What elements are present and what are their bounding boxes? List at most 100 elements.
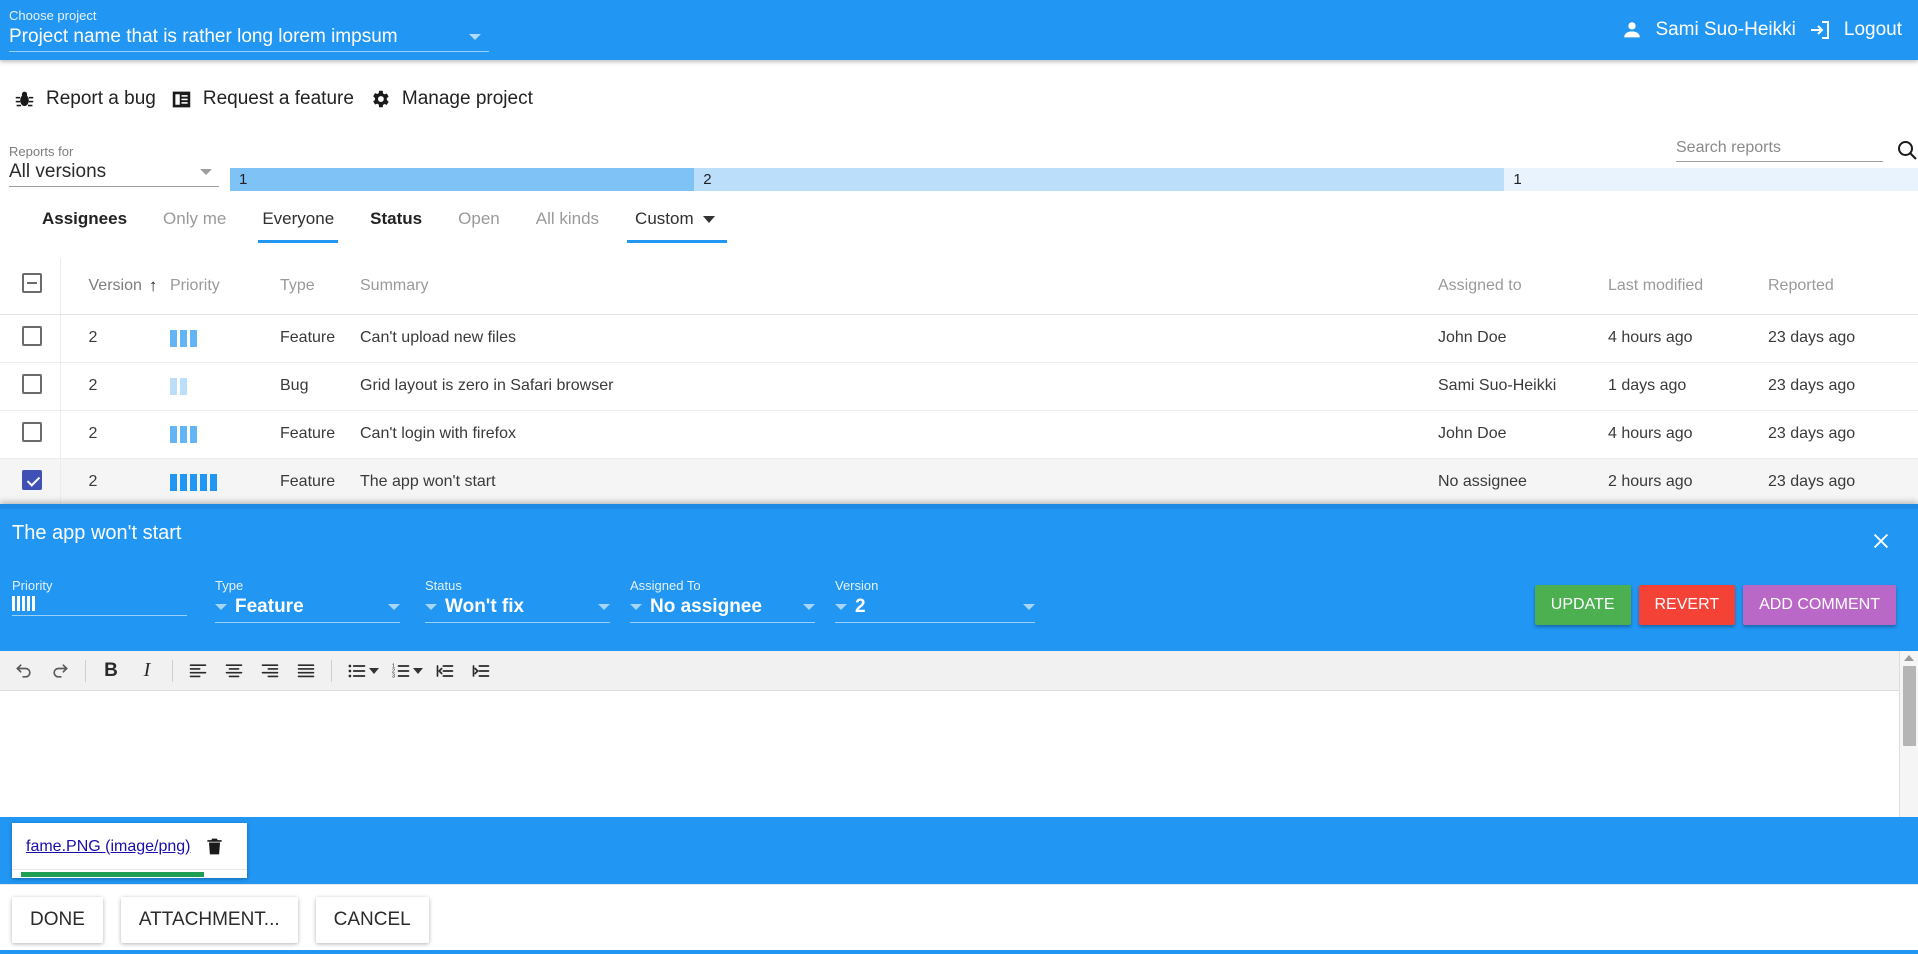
comment-editor[interactable] xyxy=(0,691,1899,817)
tab-everyone[interactable]: Everyone xyxy=(244,205,352,243)
tab-label: Only me xyxy=(163,209,227,228)
column-last-modified[interactable]: Last modified xyxy=(1608,258,1768,315)
version-segment-label: 2 xyxy=(703,171,712,188)
column-type[interactable]: Type xyxy=(280,258,360,315)
tab-only-me[interactable]: Only me xyxy=(145,205,244,243)
table-row[interactable]: 2 Bug Grid layout is zero in Safari browse… xyxy=(0,362,1918,411)
priority-bar xyxy=(190,329,197,347)
italic-icon[interactable]: I xyxy=(129,656,165,686)
detail-field-version[interactable]: Version 2 xyxy=(835,578,1035,623)
detail-field-assigned-to[interactable]: Assigned To No assignee xyxy=(630,578,815,623)
editor-toolbar: B I 123 xyxy=(0,651,1918,691)
request-a-feature-action[interactable]: Request a feature xyxy=(171,88,354,110)
column-summary[interactable]: Summary xyxy=(360,258,1438,315)
tab-label: Custom xyxy=(635,209,694,228)
tab-all-kinds[interactable]: All kinds xyxy=(518,205,617,243)
cell-version: 2 xyxy=(60,314,170,363)
numbered-list-chevron-down-icon[interactable] xyxy=(413,667,423,674)
scrollbar-thumb[interactable] xyxy=(1903,666,1916,746)
indent-icon[interactable] xyxy=(463,656,499,686)
trash-icon[interactable] xyxy=(205,837,224,856)
attachment-progress xyxy=(12,869,247,878)
priority-bar xyxy=(170,377,177,395)
detail-action-buttons: UPDATE REVERT ADD COMMENT xyxy=(1534,585,1896,625)
align-left-icon[interactable] xyxy=(180,656,216,686)
table-row[interactable]: 2 Feature Can't upload new files John Doe 4 … xyxy=(0,314,1918,363)
cell-last-modified: 1 days ago xyxy=(1608,362,1768,411)
cell-summary: Can't login with firefox xyxy=(360,410,1438,459)
cell-priority xyxy=(170,410,280,459)
close-icon[interactable] xyxy=(1866,526,1896,556)
select-all-cell xyxy=(0,258,61,315)
chevron-down-icon xyxy=(469,34,481,40)
align-right-icon[interactable] xyxy=(252,656,288,686)
top-bar: Choose project Project name that is rath… xyxy=(0,0,1918,60)
priority-bar xyxy=(200,473,207,491)
cell-reported: 23 days ago xyxy=(1768,314,1918,363)
column-reported[interactable]: Reported xyxy=(1768,258,1918,315)
cell-last-modified: 4 hours ago xyxy=(1608,410,1768,459)
column-priority[interactable]: Priority xyxy=(170,258,280,315)
version-distribution-bar[interactable]: 1 2 1 xyxy=(230,168,1918,191)
row-select-cell xyxy=(0,458,61,507)
tab-label: Assignees xyxy=(42,209,128,228)
row-checkbox[interactable] xyxy=(22,469,42,490)
align-center-icon[interactable] xyxy=(216,656,252,686)
detail-field-priority[interactable]: Priority xyxy=(12,578,187,616)
editor-scrollbar[interactable] xyxy=(1899,651,1918,817)
row-checkbox[interactable] xyxy=(22,325,42,346)
report-a-bug-action[interactable]: Report a bug xyxy=(14,88,156,110)
table-row[interactable]: 2 Feature Can't login with firefox John Doe… xyxy=(0,410,1918,459)
tab-assignees-group: Assignees xyxy=(24,205,145,243)
redo-icon[interactable] xyxy=(42,656,78,686)
project-selector-value: Project name that is rather long lorem i… xyxy=(9,26,398,47)
logout-button[interactable]: Logout xyxy=(1844,19,1902,41)
version-segment[interactable]: 2 xyxy=(694,168,1505,191)
toolbar-divider xyxy=(172,659,173,682)
reports-for-selector[interactable]: Reports for All versions xyxy=(9,144,219,187)
done-button[interactable]: DONE xyxy=(12,896,103,943)
cell-priority xyxy=(170,458,280,507)
cell-summary: The app won't start xyxy=(360,458,1438,507)
footer-bar: DONE ATTACHMENT... CANCEL xyxy=(0,884,1918,954)
cell-summary: Grid layout is zero in Safari browser xyxy=(360,362,1438,411)
table-row[interactable]: 2 Feature The app won't start No assignee 2 … xyxy=(0,458,1918,507)
detail-title: The app won't start xyxy=(12,522,182,544)
version-segment[interactable]: 1 xyxy=(1504,168,1918,191)
cancel-button[interactable]: CANCEL xyxy=(315,896,429,943)
cell-reported: 23 days ago xyxy=(1768,458,1918,507)
svg-text:3: 3 xyxy=(392,673,395,679)
align-justify-icon[interactable] xyxy=(288,656,324,686)
bold-icon[interactable]: B xyxy=(93,656,129,686)
bottom-accent-strip xyxy=(0,950,1918,954)
row-checkbox[interactable] xyxy=(22,421,42,442)
logout-icon[interactable] xyxy=(1808,18,1832,42)
app-root: Choose project Project name that is rath… xyxy=(0,0,1918,954)
reports-for-value: All versions xyxy=(9,161,107,182)
outdent-icon[interactable] xyxy=(427,656,463,686)
column-assigned-to[interactable]: Assigned to xyxy=(1438,258,1608,315)
manage-project-action[interactable]: Manage project xyxy=(369,88,533,110)
version-segment[interactable]: 1 xyxy=(230,168,695,191)
select-all-checkbox[interactable] xyxy=(22,273,42,294)
cell-reported: 23 days ago xyxy=(1768,362,1918,411)
update-button[interactable]: UPDATE xyxy=(1534,585,1631,625)
scroll-up-icon[interactable] xyxy=(1904,655,1914,661)
tab-custom[interactable]: Custom xyxy=(617,205,737,243)
tab-open[interactable]: Open xyxy=(440,205,518,243)
project-selector[interactable]: Choose project Project name that is rath… xyxy=(9,8,489,52)
revert-button[interactable]: REVERT xyxy=(1638,585,1736,625)
cell-version: 2 xyxy=(60,458,170,507)
undo-icon[interactable] xyxy=(6,656,42,686)
chevron-down-icon xyxy=(215,604,227,610)
add-comment-button[interactable]: ADD COMMENT xyxy=(1743,585,1896,625)
column-version[interactable]: Version ↑ xyxy=(60,258,170,315)
attachment-link[interactable]: fame.PNG (image/png) xyxy=(26,838,191,856)
attachment-button[interactable]: ATTACHMENT... xyxy=(120,896,298,943)
cell-version: 2 xyxy=(60,362,170,411)
bullet-list-chevron-down-icon[interactable] xyxy=(369,667,379,674)
cell-last-modified: 2 hours ago xyxy=(1608,458,1768,507)
row-checkbox[interactable] xyxy=(22,373,42,394)
detail-field-status[interactable]: Status Won't fix xyxy=(425,578,610,623)
detail-field-type[interactable]: Type Feature xyxy=(215,578,400,623)
